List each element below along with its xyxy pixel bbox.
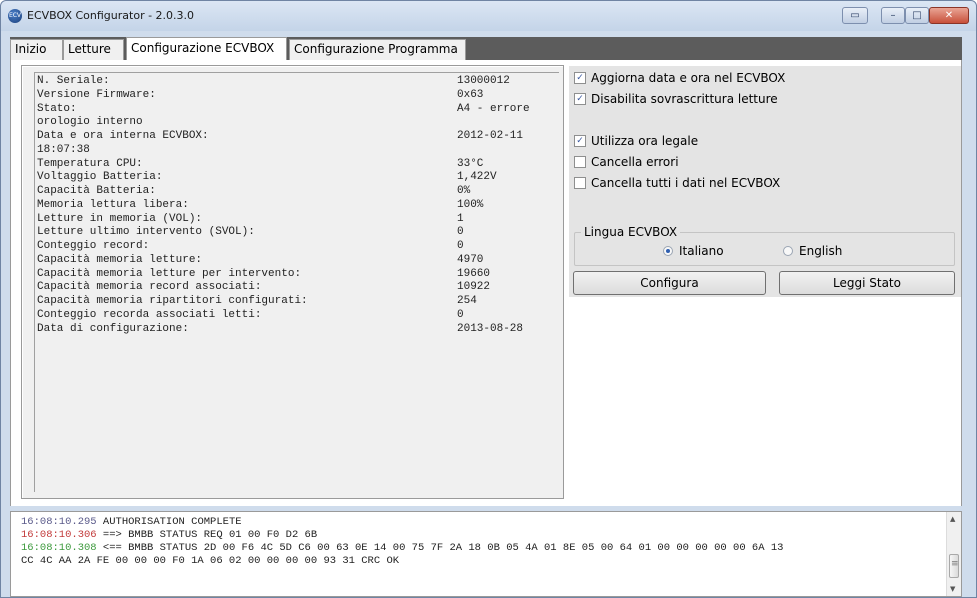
status-label: Capacità Batteria:: [37, 185, 156, 197]
app-logo-icon: ECV: [8, 9, 22, 23]
tab-configurazione-programma[interactable]: Configurazione Programma: [289, 39, 466, 60]
status-value: 33°C: [457, 157, 484, 170]
close-button[interactable]: ✕: [929, 7, 969, 24]
status-label: orologio interno: [37, 116, 143, 129]
status-label: Voltaggio Batteria:: [37, 171, 163, 184]
log-message: ==> BMBB STATUS REQ 01 00 F0 D2 6B: [96, 529, 318, 541]
checkbox-box[interactable]: [574, 156, 586, 168]
status-value: 0: [457, 226, 464, 239]
status-value: 2013-08-28: [457, 322, 524, 335]
checkbox-box[interactable]: ✓: [574, 72, 586, 84]
log-timestamp: 16:08:10.295: [21, 516, 97, 528]
radio-button[interactable]: [783, 246, 793, 256]
checkbox-label: Disabilita sovrascrittura letture: [591, 92, 778, 106]
log-message: AUTHORISATION COMPLETE: [96, 516, 242, 528]
status-value: 4970: [457, 253, 484, 266]
configura-button[interactable]: Configura: [573, 271, 766, 295]
window-title: ECVBOX Configurator - 2.0.3.0: [27, 9, 195, 22]
status-value: 2012-02-11: [457, 130, 524, 142]
maximize-button[interactable]: □: [905, 7, 929, 24]
restore-button[interactable]: ▭: [842, 7, 868, 24]
checkbox-label: Aggiorna data e ora nel ECVBOX: [591, 71, 786, 85]
log-panel[interactable]: 16:08:10.295 AUTHORISATION COMPLETE 16:08…: [10, 511, 962, 597]
maximize-icon: □: [912, 10, 922, 21]
status-label: Stato:: [37, 102, 77, 115]
log-scrollbar[interactable]: ▲ ▼: [946, 512, 961, 596]
leggi-stato-button[interactable]: Leggi Stato: [779, 271, 955, 295]
checkbox-label: Cancella tutti i dati nel ECVBOX: [591, 176, 781, 190]
checkbox-box[interactable]: [574, 177, 586, 189]
radio-button[interactable]: [663, 246, 673, 256]
status-value: 19660: [457, 267, 491, 280]
scroll-thumb[interactable]: [949, 554, 959, 578]
tab-strip: Inizio Letture Configurazione ECVBOX Con…: [10, 37, 962, 60]
checkbox-box[interactable]: ✓: [574, 135, 586, 147]
status-label: Letture ultimo intervento (SVOL):: [37, 226, 255, 239]
radio-label: English: [799, 244, 843, 258]
status-label: Conteggio recorda associati letti:: [37, 308, 262, 321]
status-label: N. Seriale:: [37, 75, 110, 87]
log-line: 16:08:10.306 ==> BMBB STATUS REQ 01 00 F…: [21, 529, 317, 542]
language-group-title: Lingua ECVBOX: [581, 225, 681, 239]
title-bar[interactable]: ECV ECVBOX Configurator - 2.0.3.0 ▭ – □ …: [1, 1, 976, 31]
status-label: Conteggio record:: [37, 240, 150, 252]
log-line: 16:08:10.295 AUTHORISATION COMPLETE: [21, 516, 242, 529]
language-groupbox: Lingua ECVBOX Italiano English: [574, 225, 955, 266]
log-message: CC 4C AA 2A FE 00 00 00 F0 1A 06 02 00 0…: [21, 555, 400, 567]
status-label: Capacità memoria letture per intervento:: [37, 267, 302, 280]
close-icon: ✕: [944, 10, 954, 21]
minimize-icon: –: [890, 10, 896, 21]
status-value: 0: [457, 240, 464, 252]
status-value: 0: [457, 308, 464, 321]
status-value: 0%: [457, 185, 471, 197]
status-label: Letture in memoria (VOL):: [37, 212, 203, 225]
log-message: <== BMBB STATUS 2D 00 F6 4C 5D C6 00 63 …: [96, 542, 784, 554]
status-label: Capacità memoria ripartitori configurati…: [37, 295, 308, 307]
status-label: Memoria lettura libera:: [37, 198, 189, 211]
status-label: 18:07:38: [37, 143, 90, 156]
status-value: 254: [457, 295, 477, 307]
status-list[interactable]: N. Seriale: 13000012 Versione Firmware: 0x6…: [34, 72, 559, 492]
status-label: Capacità memoria record associati:: [37, 281, 262, 294]
minimize-button[interactable]: –: [881, 7, 905, 24]
status-value: A4 - errore: [457, 102, 530, 115]
status-value: 1: [457, 212, 464, 225]
app-window: ECV ECVBOX Configurator - 2.0.3.0 ▭ – □ …: [0, 0, 977, 598]
tab-configurazione-ecvbox[interactable]: Configurazione ECVBOX: [126, 37, 287, 60]
log-timestamp: 16:08:10.308: [21, 542, 97, 554]
status-label: Temperatura CPU:: [37, 157, 143, 170]
scroll-down-icon[interactable]: ▼: [950, 585, 955, 593]
status-label: Versione Firmware:: [37, 88, 156, 101]
tab-inizio[interactable]: Inizio: [10, 39, 63, 60]
status-value: 1,422V: [457, 171, 497, 184]
log-timestamp: 16:08:10.306: [21, 529, 97, 541]
checkbox-label: Utilizza ora legale: [591, 134, 699, 148]
status-value: 10922: [457, 281, 491, 294]
status-panel: N. Seriale: 13000012 Versione Firmware: 0x6…: [21, 65, 564, 499]
log-line: CC 4C AA 2A FE 00 00 00 F0 1A 06 02 00 0…: [21, 555, 399, 568]
status-label: Data di configurazione:: [37, 322, 189, 335]
status-label: Data e ora interna ECVBOX:: [37, 130, 209, 142]
scroll-up-icon[interactable]: ▲: [950, 515, 955, 523]
radio-label: Italiano: [679, 244, 724, 258]
restore-icon: ▭: [850, 10, 860, 21]
status-label: Capacità memoria letture:: [37, 253, 203, 266]
checkbox-box[interactable]: ✓: [574, 93, 586, 105]
status-value: 13000012: [457, 75, 510, 87]
log-line: 16:08:10.308 <== BMBB STATUS 2D 00 F6 4C…: [21, 542, 783, 555]
options-panel: ✓ Aggiorna data e ora nel ECVBOX ✓ Disab…: [569, 66, 961, 297]
tab-letture[interactable]: Letture: [63, 39, 124, 60]
status-value: 100%: [457, 198, 484, 211]
checkbox-label: Cancella errori: [591, 155, 679, 169]
status-value: 0x63: [457, 88, 484, 101]
